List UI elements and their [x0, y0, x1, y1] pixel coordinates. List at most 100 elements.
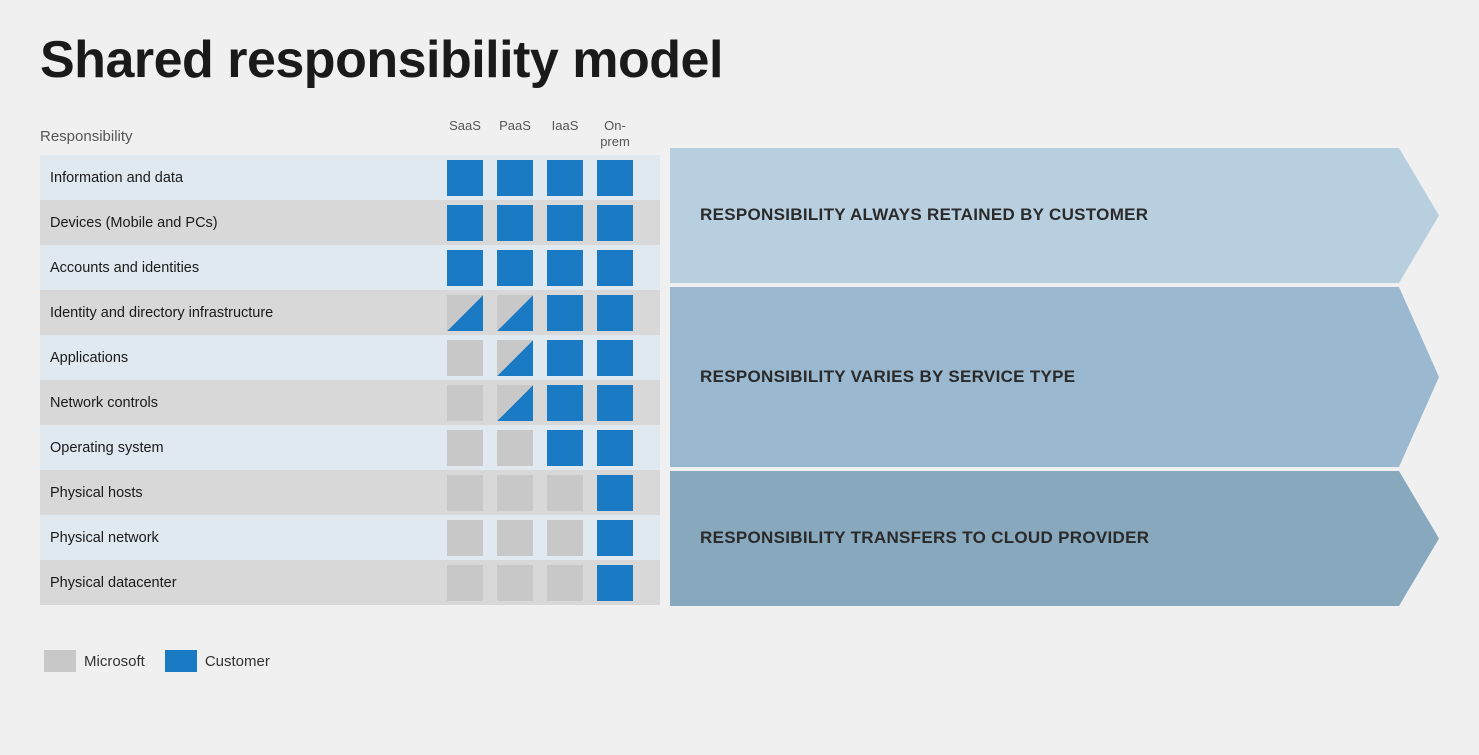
legend-item: Microsoft: [44, 650, 145, 672]
row-label: Devices (Mobile and PCs): [40, 215, 440, 231]
table-row: Identity and directory infrastructure: [40, 290, 660, 335]
row-label: Identity and directory infrastructure: [40, 305, 440, 321]
cell: [540, 560, 590, 605]
cell-inner: [597, 160, 633, 196]
cell: [440, 380, 490, 425]
cell-inner: [447, 160, 483, 196]
cell-inner: [447, 430, 483, 466]
cell: [440, 335, 490, 380]
cell-inner: [547, 430, 583, 466]
column-header: SaaS: [440, 118, 490, 149]
row-label: Network controls: [40, 395, 440, 411]
column-header: PaaS: [490, 118, 540, 149]
table-row: Accounts and identities: [40, 245, 660, 290]
cell-inner: [497, 430, 533, 466]
content-area: Responsibility SaaSPaaSIaaSOn-prem Infor…: [40, 118, 1439, 638]
cell-inner: [547, 250, 583, 286]
cell-inner: [597, 205, 633, 241]
cell-inner: [547, 205, 583, 241]
cell-inner: [497, 385, 533, 421]
row-label: Physical network: [40, 530, 440, 546]
table-row: Network controls: [40, 380, 660, 425]
column-header: IaaS: [540, 118, 590, 149]
row-label: Applications: [40, 350, 440, 366]
cell: [440, 515, 490, 560]
cell: [440, 470, 490, 515]
cell: [540, 290, 590, 335]
cell: [540, 200, 590, 245]
cell: [540, 245, 590, 290]
row-label: Operating system: [40, 440, 440, 456]
cell: [490, 425, 540, 470]
column-headers: SaaSPaaSIaaSOn-prem: [440, 118, 640, 149]
cell: [540, 335, 590, 380]
legend-label: Customer: [205, 653, 270, 670]
cell-inner: [497, 160, 533, 196]
arrow-1: RESPONSIBILITY ALWAYS RETAINED BY CUSTOM…: [670, 148, 1439, 283]
legend: Microsoft Customer: [40, 650, 1439, 672]
cell: [490, 200, 540, 245]
table-section: Responsibility SaaSPaaSIaaSOn-prem Infor…: [40, 118, 660, 638]
cell: [590, 155, 640, 200]
cell-inner: [497, 250, 533, 286]
cell-inner: [597, 520, 633, 556]
cell: [440, 560, 490, 605]
cell: [440, 155, 490, 200]
cell-inner: [547, 385, 583, 421]
cell: [490, 470, 540, 515]
cell-inner: [597, 340, 633, 376]
cell-inner: [497, 205, 533, 241]
arrow-2: RESPONSIBILITY VARIES BY SERVICE TYPE: [670, 287, 1439, 467]
table-row: Physical hosts: [40, 470, 660, 515]
arrows-section: RESPONSIBILITY ALWAYS RETAINED BY CUSTOM…: [670, 118, 1439, 638]
row-cells: [440, 470, 640, 515]
cell-inner: [447, 250, 483, 286]
table-row: Physical network: [40, 515, 660, 560]
cell-inner: [597, 295, 633, 331]
cell: [490, 335, 540, 380]
cell-inner: [547, 295, 583, 331]
cell: [440, 245, 490, 290]
page-title: Shared responsibility model: [40, 30, 1439, 90]
cell: [590, 335, 640, 380]
cell: [490, 290, 540, 335]
slide: Shared responsibility model Responsibili…: [0, 0, 1479, 755]
table-row: Information and data: [40, 155, 660, 200]
arrow-label: RESPONSIBILITY ALWAYS RETAINED BY CUSTOM…: [700, 204, 1148, 226]
cell-inner: [447, 520, 483, 556]
cell: [540, 155, 590, 200]
cell-inner: [497, 475, 533, 511]
table-row: Physical datacenter: [40, 560, 660, 605]
cell: [540, 515, 590, 560]
cell-inner: [597, 565, 633, 601]
legend-box: [44, 650, 76, 672]
responsibility-col-header: Responsibility: [40, 128, 440, 149]
row-cells: [440, 290, 640, 335]
table-row: Devices (Mobile and PCs): [40, 200, 660, 245]
cell-inner: [547, 565, 583, 601]
cell-inner: [447, 295, 483, 331]
cell: [590, 560, 640, 605]
row-cells: [440, 245, 640, 290]
cell-inner: [447, 205, 483, 241]
cell: [590, 200, 640, 245]
table-header: Responsibility SaaSPaaSIaaSOn-prem: [40, 118, 660, 155]
cell: [440, 290, 490, 335]
cell: [490, 515, 540, 560]
cell-inner: [497, 520, 533, 556]
row-label: Information and data: [40, 170, 440, 186]
cell: [590, 380, 640, 425]
column-header: On-prem: [590, 118, 640, 149]
legend-box: [165, 650, 197, 672]
arrow-label: RESPONSIBILITY VARIES BY SERVICE TYPE: [700, 366, 1075, 388]
cell: [490, 245, 540, 290]
cell-inner: [597, 475, 633, 511]
row-label: Physical hosts: [40, 485, 440, 501]
row-cells: [440, 425, 640, 470]
cell: [590, 290, 640, 335]
cell: [490, 155, 540, 200]
cell: [540, 425, 590, 470]
cell-inner: [547, 160, 583, 196]
arrow-label: RESPONSIBILITY TRANSFERS TO CLOUD PROVID…: [700, 527, 1149, 549]
row-cells: [440, 515, 640, 560]
